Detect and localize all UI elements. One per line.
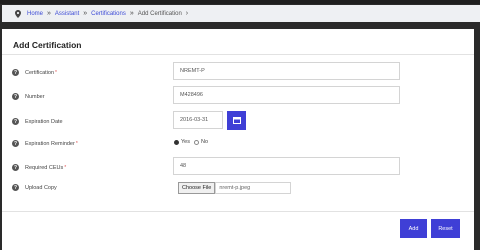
top-bar — [0, 0, 480, 4]
required-mark: * — [55, 69, 57, 76]
required-ceus-label-row: ? Required CEUs * — [12, 164, 66, 171]
number-label-row: ? Number — [12, 93, 45, 100]
footer-divider — [2, 211, 474, 212]
required-mark: * — [75, 140, 78, 147]
title-divider — [2, 54, 474, 55]
calendar-button[interactable] — [227, 111, 246, 130]
required-ceus-input[interactable]: 48 — [173, 157, 400, 175]
breadcrumb-certifications[interactable]: Certifications — [91, 11, 126, 17]
breadcrumb: Home » Assistant » Certifications » Add … — [2, 5, 480, 22]
certification-label: Certification — [25, 69, 55, 76]
reminder-yes-radio[interactable] — [174, 139, 179, 145]
number-input[interactable]: M428496 — [173, 86, 400, 104]
panel-title: Add Certification — [13, 40, 82, 50]
help-icon: ? — [12, 118, 19, 125]
expiration-date-label-row: ? Expiration Date — [12, 118, 63, 125]
reminder-no-label: No — [200, 139, 209, 145]
add-certification-panel: Add Certification ? Certification * NREM… — [2, 29, 474, 250]
breadcrumb-trailing-chevron: › — [185, 10, 189, 17]
certification-input[interactable]: NREMT-P — [173, 62, 400, 80]
expiration-reminder-label: Expiration Reminder — [25, 140, 75, 147]
certification-label-row: ? Certification * — [12, 69, 57, 76]
help-icon: ? — [12, 140, 19, 147]
upload-copy-label: Upload Copy — [25, 184, 57, 191]
help-icon: ? — [12, 69, 19, 76]
expiration-reminder-label-row: ? Expiration Reminder * — [12, 140, 78, 147]
expiration-date-label: Expiration Date — [25, 118, 63, 125]
breadcrumb-current: Add Certification — [137, 10, 182, 17]
upload-copy-control: Choose File nremt-p.jpeg — [178, 181, 292, 194]
help-icon: ? — [12, 164, 19, 171]
reminder-no-radio[interactable] — [193, 139, 199, 145]
upload-copy-label-row: ? Upload Copy — [12, 184, 57, 191]
calendar-icon — [232, 117, 241, 124]
help-icon: ? — [12, 93, 19, 100]
map-pin-icon — [15, 9, 21, 18]
required-ceus-label: Required CEUs — [25, 164, 64, 171]
expiration-reminder-radios: Yes No — [174, 139, 208, 145]
choose-file-button[interactable]: Choose File — [178, 181, 216, 194]
reset-button[interactable]: Reset — [431, 219, 460, 238]
add-button[interactable]: Add — [400, 219, 427, 238]
breadcrumb-separator: » — [47, 10, 51, 17]
reminder-yes-label: Yes — [181, 139, 190, 145]
breadcrumb-assistant[interactable]: Assistant — [55, 11, 79, 17]
number-label: Number — [25, 93, 45, 100]
breadcrumb-home[interactable]: Home — [27, 11, 43, 17]
expiration-date-input[interactable]: 2016-03-31 — [173, 111, 223, 129]
breadcrumb-separator: » — [129, 10, 134, 17]
breadcrumb-separator: » — [83, 10, 88, 17]
selected-file-name: nremt-p.jpeg — [215, 181, 292, 194]
help-icon: ? — [12, 184, 19, 191]
required-mark: * — [64, 164, 67, 171]
